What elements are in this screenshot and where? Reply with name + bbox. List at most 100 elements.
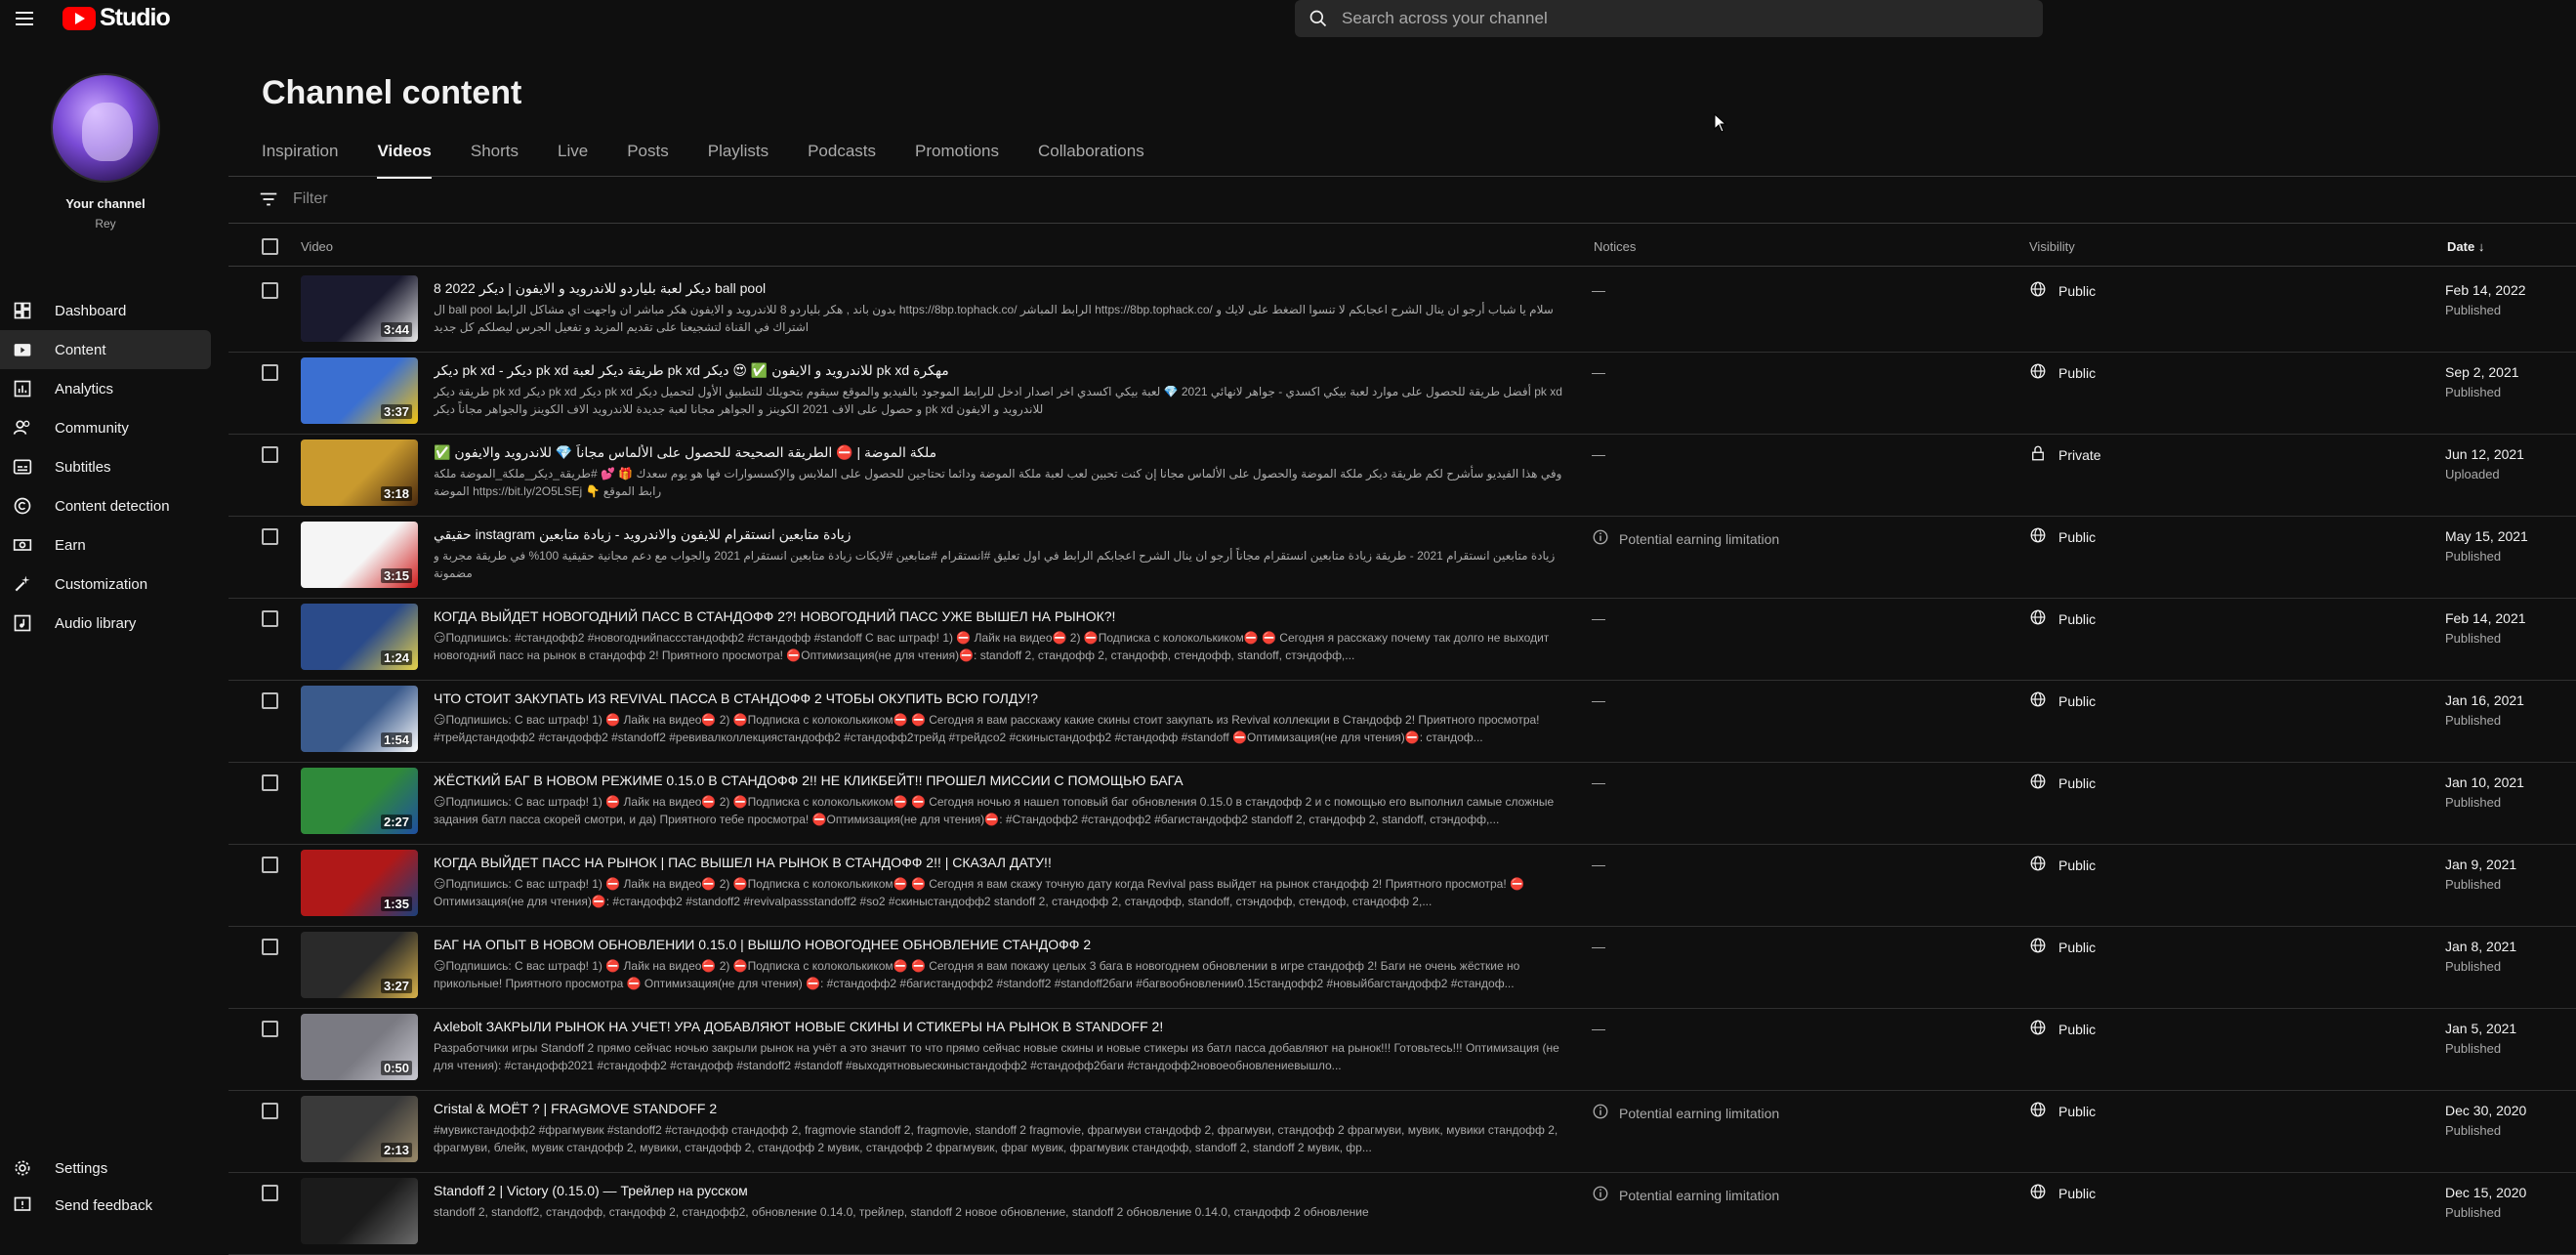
sidebar-item-analytics[interactable]: Analytics [0,369,211,408]
notice-cell[interactable]: Potential earning limitation [1592,1185,1779,1205]
sidebar-item-content[interactable]: Content [0,330,211,369]
row-checkbox[interactable] [262,364,278,381]
table-row[interactable]: 1:54 ЧТО СТОИТ ЗАКУПАТЬ ИЗ REVIVAL ПАССА … [229,681,2576,763]
video-title[interactable]: Cristal & MOЁT ? | FRAGMOVE STANDOFF 2 [434,1101,1547,1116]
table-row[interactable]: 3:44 ديكر لعبة بلياردو للاندرويد و الايفو… [229,271,2576,353]
video-thumbnail[interactable]: 2:13 [301,1096,418,1162]
table-row[interactable]: 2:27 ЖЁСТКИЙ БАГ В НОВОМ РЕЖИМЕ 0.15.0 В … [229,763,2576,845]
visibility-cell[interactable]: Private [2029,444,2101,465]
visibility-cell[interactable]: Public [2029,1019,2096,1039]
sidebar-item-customization[interactable]: Customization [0,565,211,604]
table-row[interactable]: 2:13 Cristal & MOЁT ? | FRAGMOVE STANDOFF… [229,1091,2576,1173]
row-checkbox[interactable] [262,282,278,299]
video-thumbnail[interactable]: 1:35 [301,850,418,916]
video-thumbnail[interactable] [301,1178,418,1244]
row-checkbox[interactable] [262,939,278,955]
sidebar-item-dashboard[interactable]: Dashboard [0,291,211,330]
visibility-cell[interactable]: Public [2029,1183,2096,1203]
search-bar[interactable] [1295,0,2043,37]
video-description: 😏Подпишись: С вас штраф! 1) ⛔ Лайк на ви… [434,877,1524,908]
select-all-checkbox[interactable] [262,238,278,255]
tab-shorts[interactable]: Shorts [471,142,519,177]
video-title[interactable]: БАГ НА ОПЫТ В НОВОМ ОБНОВЛЕНИИ 0.15.0 | … [434,937,1547,952]
visibility-cell[interactable]: Public [2029,280,2096,301]
tab-podcasts[interactable]: Podcasts [808,142,876,177]
tab-posts[interactable]: Posts [627,142,669,177]
video-thumbnail[interactable]: 0:50 [301,1014,418,1080]
tab-collaborations[interactable]: Collaborations [1038,142,1144,177]
visibility-cell[interactable]: Public [2029,855,2096,875]
filter-icon[interactable] [258,188,279,210]
tab-videos[interactable]: Videos [377,142,433,179]
sidebar-item-community[interactable]: Community [0,408,211,447]
sidebar-item-subtitles[interactable]: Subtitles [0,447,211,486]
tab-inspiration[interactable]: Inspiration [262,142,338,177]
video-thumbnail[interactable]: 3:15 [301,522,418,588]
video-title[interactable]: حقيقي instagram زيادة متابعين انستقرام ل… [434,526,1547,543]
visibility-label: Public [2058,774,2097,791]
row-checkbox[interactable] [262,446,278,463]
row-checkbox[interactable] [262,1185,278,1201]
video-title[interactable]: ديكر لعبة بلياردو للاندرويد و الايفون | … [434,280,1547,297]
video-thumbnail[interactable]: 3:18 [301,439,418,506]
visibility-cell[interactable]: Public [2029,526,2096,547]
filter-input[interactable] [293,190,684,208]
tab-live[interactable]: Live [558,142,588,177]
tab-promotions[interactable]: Promotions [915,142,999,177]
table-row[interactable]: 1:24 КОГДА ВЫЙДЕТ НОВОГОДНИЙ ПАСС В СТАНД… [229,599,2576,681]
row-checkbox[interactable] [262,1021,278,1037]
video-title[interactable]: Axlebolt ЗАКРЫЛИ РЫНОК НА УЧЕТ! УРА ДОБА… [434,1019,1547,1034]
video-duration: 3:27 [380,979,412,993]
table-row[interactable]: Standoff 2 | Victory (0.15.0) — Трейлер … [229,1173,2576,1255]
visibility-cell[interactable]: Public [2029,1101,2096,1121]
table-row[interactable]: 0:50 Axlebolt ЗАКРЫЛИ РЫНОК НА УЧЕТ! УРА … [229,1009,2576,1091]
video-title[interactable]: КОГДА ВЫЙДЕТ НОВОГОДНИЙ ПАСС В СТАНДОФФ … [434,608,1547,624]
video-title[interactable]: ✅ ملكة الموضة | ⛔ الطريقة الصحيحة للحصول… [434,444,1547,461]
video-title[interactable]: КОГДА ВЫЙДЕТ ПАСС НА РЫНОК | ПАС ВЫШЕЛ Н… [434,855,1547,870]
notice-cell[interactable]: Potential earning limitation [1592,528,1779,549]
notice-text: — [1592,939,1605,954]
video-title[interactable]: ЖЁСТКИЙ БАГ В НОВОМ РЕЖИМЕ 0.15.0 В СТАН… [434,773,1547,788]
video-thumbnail[interactable]: 3:37 [301,357,418,424]
row-checkbox[interactable] [262,774,278,791]
row-checkbox[interactable] [262,528,278,545]
visibility-cell[interactable]: Public [2029,362,2096,383]
channel-avatar[interactable] [51,73,160,183]
sidebar-item-earn[interactable]: Earn [0,525,211,565]
visibility-cell[interactable]: Public [2029,690,2096,711]
table-row[interactable]: 3:18 ✅ ملكة الموضة | ⛔ الطريقة الصحيحة لل… [229,435,2576,517]
table-row[interactable]: 3:37 ديكر pk xd - ديكر pk xd طريقة ديكر ل… [229,353,2576,435]
visibility-cell[interactable]: Public [2029,773,2096,793]
filter-row[interactable] [229,178,2576,221]
table-row[interactable]: 1:35 КОГДА ВЫЙДЕТ ПАСС НА РЫНОК | ПАС ВЫШ… [229,845,2576,927]
video-thumbnail[interactable]: 2:27 [301,768,418,834]
video-title[interactable]: Standoff 2 | Victory (0.15.0) — Трейлер … [434,1183,1547,1198]
row-checkbox[interactable] [262,610,278,627]
video-thumbnail[interactable]: 3:44 [301,275,418,342]
sidebar-item-audio-library[interactable]: Audio library [0,604,211,643]
video-thumbnail[interactable]: 1:54 [301,686,418,752]
search-input[interactable] [1342,9,2006,28]
video-thumbnail[interactable]: 1:24 [301,604,418,670]
studio-logo[interactable]: Studio [62,4,171,32]
column-date[interactable]: Date ↓ [2447,239,2484,254]
tab-playlists[interactable]: Playlists [708,142,769,177]
sidebar-item-send-feedback[interactable]: Send feedback [0,1187,211,1224]
column-visibility[interactable]: Visibility [2029,239,2075,254]
sidebar-item-settings[interactable]: Settings [0,1150,211,1187]
notice-cell[interactable]: Potential earning limitation [1592,1103,1779,1123]
video-title[interactable]: ديكر pk xd - ديكر pk xd طريقة ديكر لعبة … [434,362,1547,379]
table-row[interactable]: 3:27 БАГ НА ОПЫТ В НОВОМ ОБНОВЛЕНИИ 0.15.… [229,927,2576,1009]
sidebar-item-content-detection[interactable]: Content detection [0,486,211,525]
row-checkbox[interactable] [262,857,278,873]
column-video[interactable]: Video [301,239,333,254]
visibility-cell[interactable]: Public [2029,937,2096,957]
visibility-cell[interactable]: Public [2029,608,2096,629]
hamburger-menu-icon[interactable] [12,6,37,31]
table-row[interactable]: 3:15 حقيقي instagram زيادة متابعين انستقر… [229,517,2576,599]
row-checkbox[interactable] [262,1103,278,1119]
row-checkbox[interactable] [262,692,278,709]
video-thumbnail[interactable]: 3:27 [301,932,418,998]
video-title[interactable]: ЧТО СТОИТ ЗАКУПАТЬ ИЗ REVIVAL ПАССА В СТ… [434,690,1547,706]
notice-text: Potential earning limitation [1619,530,1780,547]
